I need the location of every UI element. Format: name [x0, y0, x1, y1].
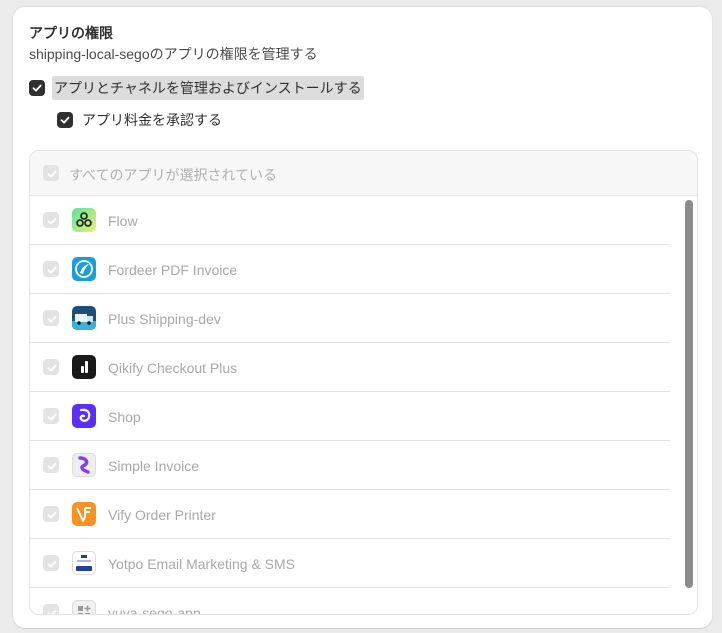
- app-name: Qikify Checkout Plus: [108, 360, 238, 376]
- checkmark-icon: [47, 413, 57, 421]
- section-title: アプリの権限: [29, 25, 113, 41]
- app-name: Vify Order Printer: [108, 507, 216, 523]
- app-checkbox[interactable]: [43, 212, 59, 228]
- app-permissions-card: アプリの権限 shipping-local-segoのアプリの権限を管理する ア…: [13, 7, 712, 628]
- permission-manage-apps[interactable]: アプリとチャネルを管理およびインストールする: [29, 76, 364, 100]
- checkmark-icon: [47, 560, 57, 568]
- app-checkbox[interactable]: [43, 604, 59, 614]
- list-item: Shop: [30, 392, 670, 441]
- simple-invoice-icon: [72, 453, 96, 477]
- yotpo-icon: [72, 551, 96, 575]
- select-all-checkbox[interactable]: [43, 165, 59, 181]
- app-checkbox[interactable]: [43, 506, 59, 522]
- list-item: Vify Order Printer: [30, 490, 670, 539]
- manage-apps-label: アプリとチャネルを管理およびインストールする: [52, 76, 364, 100]
- vify-icon: [72, 502, 96, 526]
- truck-icon: [72, 306, 96, 330]
- list-item: Flow: [30, 196, 670, 245]
- checkmark-icon: [47, 170, 57, 178]
- checkmark-icon: [32, 84, 42, 92]
- app-name: Yotpo Email Marketing & SMS: [108, 556, 296, 572]
- app-name: Shop: [108, 409, 141, 425]
- flow-icon: [72, 208, 96, 232]
- checkmark-icon: [47, 266, 57, 274]
- app-name: Plus Shipping-dev: [108, 311, 221, 327]
- app-checkbox[interactable]: [43, 310, 59, 326]
- checkmark-icon: [47, 462, 57, 470]
- app-name: Simple Invoice: [108, 458, 200, 474]
- checkmark-icon: [47, 609, 57, 614]
- list-item: Simple Invoice: [30, 441, 670, 490]
- list-scrollbar[interactable]: [685, 200, 693, 610]
- app-name: yuya-sego-app: [108, 605, 201, 614]
- list-item: Fordeer PDF Invoice: [30, 245, 670, 294]
- list-item: yuya-sego-app: [30, 588, 670, 614]
- app-list: すべてのアプリが選択されている Flow Fordeer PDF Invoice: [29, 150, 698, 615]
- app-checkbox[interactable]: [43, 261, 59, 277]
- manage-apps-checkbox[interactable]: [29, 80, 45, 96]
- app-list-body[interactable]: Flow Fordeer PDF Invoice Plus Shipping-d…: [30, 196, 697, 614]
- permission-approve-charges[interactable]: アプリ料金を承認する: [57, 108, 224, 132]
- list-item: Qikify Checkout Plus: [30, 343, 670, 392]
- select-all-label: すべてのアプリが選択されている: [69, 167, 278, 183]
- app-checkbox[interactable]: [43, 457, 59, 473]
- checkmark-icon: [47, 217, 57, 225]
- section-subtitle: shipping-local-segoのアプリの権限を管理する: [29, 46, 318, 62]
- checkmark-icon: [47, 364, 57, 372]
- app-checkbox[interactable]: [43, 359, 59, 375]
- list-item: Yotpo Email Marketing & SMS: [30, 539, 670, 588]
- approve-charges-label: アプリ料金を承認する: [82, 112, 222, 128]
- shop-icon: [72, 404, 96, 428]
- app-name: Flow: [108, 213, 138, 229]
- checkmark-icon: [47, 315, 57, 323]
- app-checkbox[interactable]: [43, 408, 59, 424]
- list-item: Plus Shipping-dev: [30, 294, 670, 343]
- approve-charges-checkbox[interactable]: [57, 112, 73, 128]
- app-name: Fordeer PDF Invoice: [108, 262, 238, 278]
- checkmark-icon: [60, 116, 70, 124]
- select-all-row: すべてのアプリが選択されている: [30, 151, 697, 196]
- checkmark-icon: [47, 511, 57, 519]
- qikify-icon: [72, 355, 96, 379]
- fordeer-icon: [72, 257, 96, 281]
- app-checkbox[interactable]: [43, 555, 59, 571]
- scrollbar-thumb[interactable]: [685, 200, 693, 588]
- app-placeholder-icon: [72, 600, 96, 614]
